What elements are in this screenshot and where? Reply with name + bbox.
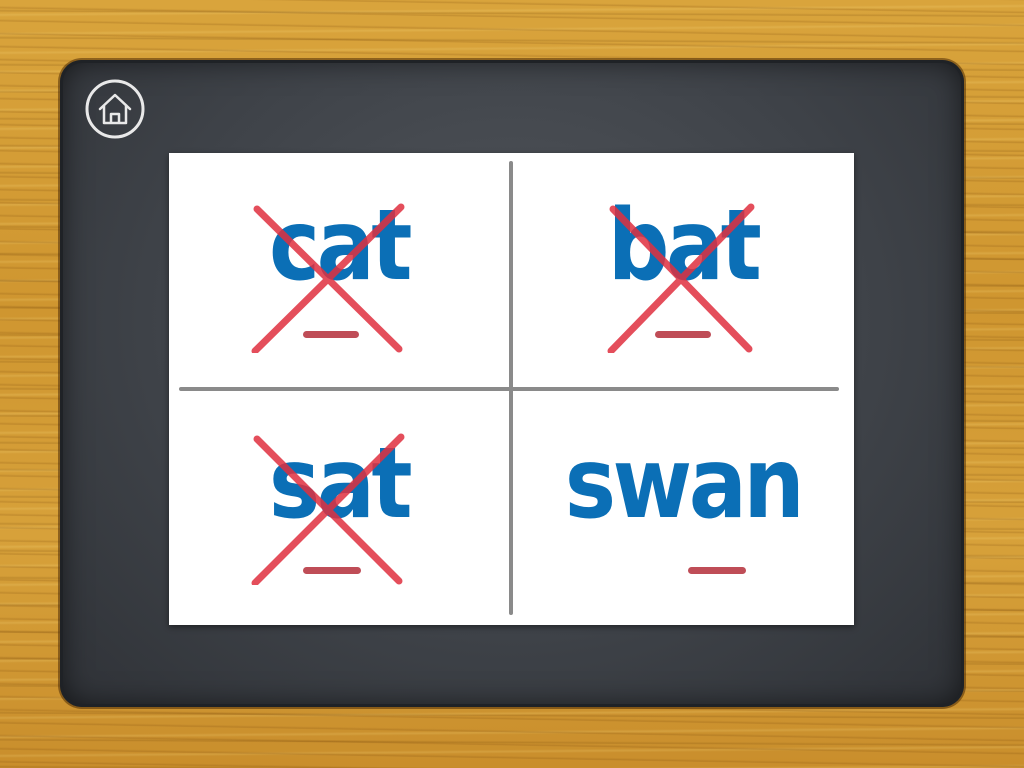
vowel-underline [303,331,359,338]
vowel-underline [655,331,711,338]
word-option-swan[interactable]: swan [513,391,853,623]
home-icon [85,79,145,139]
word-text: cat [268,189,413,303]
word-text: sat [268,427,413,541]
vowel-underline [303,567,361,574]
word-text: bat [607,189,762,303]
word-card: cat bat sat swan [169,153,854,625]
home-button[interactable] [84,78,146,140]
word-text: swan [564,427,805,541]
vowel-underline [688,567,746,574]
word-option-sat[interactable]: sat [169,391,509,623]
word-option-bat[interactable]: bat [513,153,853,385]
word-option-cat[interactable]: cat [169,153,509,385]
